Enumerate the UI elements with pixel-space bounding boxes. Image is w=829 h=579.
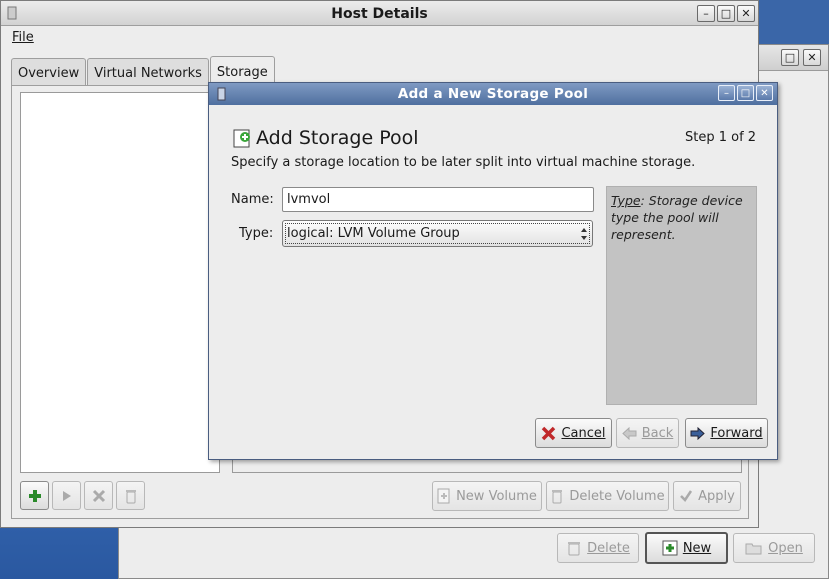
minimize-icon[interactable]: –	[697, 5, 715, 22]
tab-storage-label: Storage	[216, 64, 268, 80]
menu-file[interactable]: File	[12, 30, 34, 45]
dialog-heading: Add Storage Pool	[233, 127, 419, 149]
close-icon[interactable]: ✕	[737, 5, 755, 22]
apply-label: Apply	[698, 488, 735, 504]
arrow-right-icon	[690, 426, 706, 440]
apply-button[interactable]: Apply	[673, 481, 741, 511]
delete-pool-button[interactable]	[116, 481, 145, 510]
type-combo-value: logical: LVM Volume Group	[287, 226, 460, 241]
tab-virtual-networks[interactable]: Virtual Networks	[87, 58, 209, 87]
arrow-left-icon	[621, 426, 637, 440]
name-field[interactable]: lvmvol	[282, 187, 594, 212]
host-titlebar: Host Details – □ ✕	[1, 1, 758, 26]
trash-icon	[568, 542, 581, 556]
cancel-button[interactable]: Cancel	[535, 418, 612, 448]
menubar: File	[1, 26, 758, 50]
step-indicator: Step 1 of 2	[685, 130, 757, 145]
dialog-title: Add a New Storage Pool	[397, 86, 589, 102]
tab-overview-label: Overview	[18, 65, 80, 81]
new-volume-label: New Volume	[456, 488, 537, 504]
tab-virtual-networks-label: Virtual Networks	[94, 65, 202, 81]
new-volume-button[interactable]: New Volume	[432, 481, 542, 511]
maximize-icon[interactable]: □	[781, 49, 799, 66]
forward-button[interactable]: Forward	[685, 418, 768, 448]
cancel-label: Cancel	[561, 425, 606, 441]
tab-strip: Overview Virtual Networks Storage	[11, 56, 276, 87]
start-pool-button[interactable]	[52, 481, 81, 510]
close-icon	[542, 426, 556, 440]
help-term: Type	[611, 193, 641, 208]
open-button[interactable]: Open	[733, 533, 815, 563]
delete-button[interactable]: Delete	[557, 533, 639, 563]
dialog-heading-text: Add Storage Pool	[256, 127, 419, 149]
type-combo[interactable]: logical: LVM Volume Group	[282, 220, 593, 247]
back-button[interactable]: Back	[616, 418, 679, 448]
type-label: Type:	[239, 226, 274, 241]
maximize-icon[interactable]: □	[737, 85, 754, 101]
add-pool-button[interactable]	[20, 481, 49, 510]
name-label: Name:	[231, 192, 274, 207]
combo-arrows-icon	[581, 227, 587, 240]
dialog-titlebar: Add a New Storage Pool – □ ✕	[209, 83, 777, 105]
stop-icon	[92, 489, 105, 502]
delete-volume-label: Delete Volume	[569, 488, 665, 504]
add-storage-pool-dialog: Add a New Storage Pool – □ ✕ Add Storage…	[208, 82, 778, 460]
delete-label: Delete	[587, 540, 630, 556]
checkmark-icon	[680, 490, 693, 502]
back-label: Back	[641, 425, 674, 441]
trash-icon	[125, 489, 136, 503]
maximize-icon[interactable]: □	[717, 5, 735, 22]
name-field-value: lvmvol	[287, 192, 331, 207]
close-icon[interactable]: ✕	[756, 85, 773, 101]
play-icon	[62, 490, 71, 501]
dialog-description: Specify a storage location to be later s…	[231, 155, 696, 170]
add-icon	[28, 489, 41, 502]
open-label: Open	[768, 540, 803, 556]
add-icon	[233, 129, 250, 147]
close-icon[interactable]: ✕	[803, 49, 821, 66]
forward-label: Forward	[710, 425, 763, 441]
folder-open-icon	[745, 543, 762, 555]
new-label: New	[682, 540, 712, 556]
add-icon	[662, 540, 678, 556]
minimize-icon[interactable]: –	[718, 85, 735, 101]
new-button[interactable]: New	[645, 532, 728, 564]
stop-pool-button[interactable]	[84, 481, 113, 510]
host-window-title: Host Details	[331, 5, 428, 22]
storage-pool-list[interactable]	[20, 92, 220, 473]
add-icon	[437, 488, 450, 504]
help-panel: Type: Storage device type the pool will …	[606, 186, 757, 405]
tab-overview[interactable]: Overview	[11, 58, 87, 87]
trash-icon	[552, 490, 563, 504]
delete-volume-button[interactable]: Delete Volume	[546, 481, 669, 511]
